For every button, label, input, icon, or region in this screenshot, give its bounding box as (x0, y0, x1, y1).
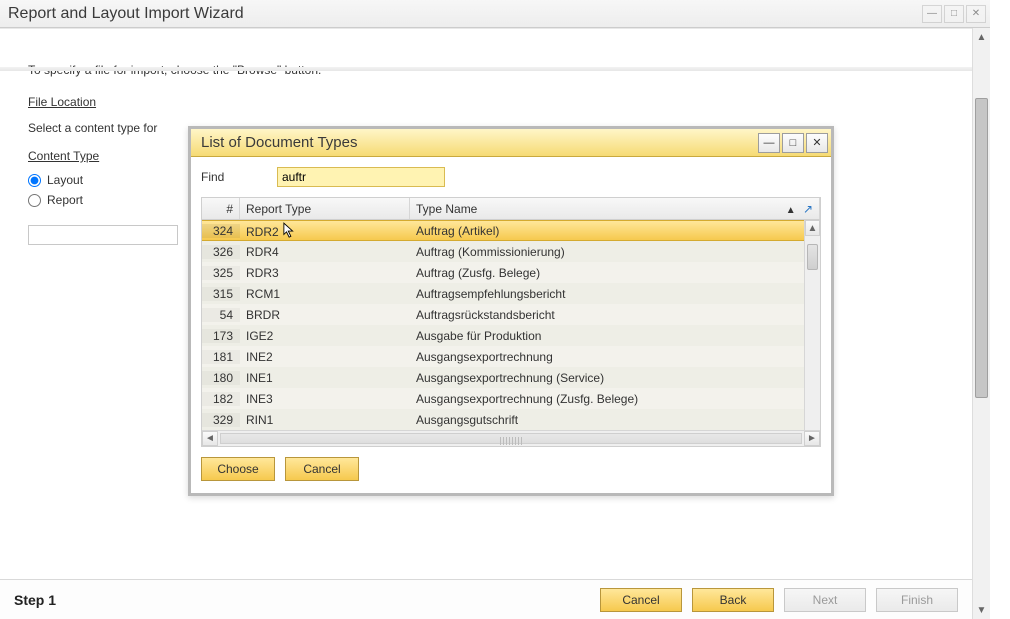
select-content-label: Select a content type for (28, 121, 198, 135)
back-button[interactable]: Back (692, 588, 774, 612)
table-row[interactable]: 325RDR3Auftrag (Zusfg. Belege) (202, 262, 820, 283)
dialog-titlebar: List of Document Types — □ ✕ (191, 129, 831, 157)
open-external-icon[interactable]: ↗ (803, 202, 813, 216)
radio-layout-input[interactable] (28, 174, 41, 187)
file-location-row: File Location (28, 95, 970, 109)
table-row[interactable]: 315RCM1Auftragsempfehlungsbericht (202, 283, 820, 304)
cell-type-name: Auftrag (Zusfg. Belege) (410, 266, 820, 280)
choose-button[interactable]: Choose (201, 457, 275, 481)
col-type-name[interactable]: Type Name ▲ ↗ (410, 198, 820, 219)
cell-number: 54 (202, 308, 240, 322)
file-location-label: File Location (28, 95, 198, 109)
cell-type-name: Auftrag (Artikel) (410, 224, 820, 238)
dialog-title: List of Document Types (201, 134, 756, 151)
minimize-button[interactable]: — (922, 5, 942, 23)
table-body: 324RDR2Auftrag (Artikel)326RDR4Auftrag (… (202, 220, 820, 430)
close-button[interactable]: ✕ (966, 5, 986, 23)
cell-type-name: Ausgabe für Produktion (410, 329, 820, 343)
next-button[interactable]: Next (784, 588, 866, 612)
dialog-close-button[interactable]: ✕ (806, 133, 828, 153)
cell-number: 181 (202, 350, 240, 364)
table-row[interactable]: 324RDR2Auftrag (Artikel) (202, 220, 820, 241)
scroll-thumb[interactable] (975, 98, 988, 398)
radio-report-label: Report (47, 193, 83, 207)
cell-number: 315 (202, 287, 240, 301)
table-hscroll-track[interactable] (220, 433, 802, 444)
cell-number: 326 (202, 245, 240, 259)
cell-report-type: RCM1 (240, 287, 410, 301)
grip-icon (500, 437, 522, 445)
cancel-button[interactable]: Cancel (600, 588, 682, 612)
dialog-maximize-button[interactable]: □ (782, 133, 804, 153)
table-horizontal-scrollbar[interactable]: ◄ ► (202, 430, 820, 446)
cell-number: 324 (202, 224, 240, 238)
radio-report-input[interactable] (28, 194, 41, 207)
cell-type-name: Ausgangsexportrechnung (410, 350, 820, 364)
col-number[interactable]: # (202, 198, 240, 219)
wizard-footer: Step 1 Cancel Back Next Finish (0, 579, 972, 619)
cell-report-type: INE3 (240, 392, 410, 406)
table-scroll-right-icon[interactable]: ► (804, 431, 820, 446)
dialog-actions: Choose Cancel (201, 457, 821, 481)
cell-report-type: INE1 (240, 371, 410, 385)
dialog-cancel-button[interactable]: Cancel (285, 457, 359, 481)
finish-button[interactable]: Finish (876, 588, 958, 612)
cell-type-name: Ausgangsgutschrift (410, 413, 820, 427)
find-input[interactable] (277, 167, 445, 187)
scroll-down-icon[interactable]: ▼ (973, 601, 990, 619)
cell-number: 329 (202, 413, 240, 427)
dialog-body: Find # Report Type Type Name ▲ ↗ 324RDR2… (191, 157, 831, 493)
table-row[interactable]: 329RIN1Ausgangsgutschrift (202, 409, 820, 430)
cell-number: 180 (202, 371, 240, 385)
document-types-table: # Report Type Type Name ▲ ↗ 324RDR2Auftr… (201, 197, 821, 447)
truncated-input-strip (28, 225, 178, 245)
cell-report-type: RDR4 (240, 245, 410, 259)
wizard-scrollbar[interactable]: ▲ ▼ (972, 28, 990, 619)
find-label: Find (201, 170, 277, 184)
sort-asc-icon: ▲ (786, 205, 796, 216)
table-row[interactable]: 180INE1Ausgangsexportrechnung (Service) (202, 367, 820, 388)
dialog-minimize-button[interactable]: — (758, 133, 780, 153)
table-row[interactable]: 173IGE2Ausgabe für Produktion (202, 325, 820, 346)
cell-report-type: IGE2 (240, 329, 410, 343)
radio-layout-label: Layout (47, 173, 83, 187)
table-row[interactable]: 326RDR4Auftrag (Kommissionierung) (202, 241, 820, 262)
cell-type-name: Auftragsempfehlungsbericht (410, 287, 820, 301)
cell-type-name: Auftrag (Kommissionierung) (410, 245, 820, 259)
col-type-name-label: Type Name (416, 202, 477, 216)
wizard-titlebar: Report and Layout Import Wizard — □ ✕ (0, 0, 990, 28)
find-row: Find (201, 167, 821, 187)
cell-report-type: RDR2 (240, 222, 410, 240)
table-header: # Report Type Type Name ▲ ↗ (202, 198, 820, 220)
cell-number: 182 (202, 392, 240, 406)
cell-type-name: Ausgangsexportrechnung (Service) (410, 371, 820, 385)
table-vertical-scrollbar[interactable]: ▲ ▼ (804, 220, 820, 446)
cell-report-type: INE2 (240, 350, 410, 364)
cell-report-type: RIN1 (240, 413, 410, 427)
scroll-up-icon[interactable]: ▲ (973, 28, 990, 46)
maximize-button[interactable]: □ (944, 5, 964, 23)
cell-type-name: Ausgangsexportrechnung (Zusfg. Belege) (410, 392, 820, 406)
step-label: Step 1 (14, 592, 56, 608)
table-row[interactable]: 182INE3Ausgangsexportrechnung (Zusfg. Be… (202, 388, 820, 409)
table-scroll-up-icon[interactable]: ▲ (805, 220, 820, 236)
cell-number: 173 (202, 329, 240, 343)
document-types-dialog: List of Document Types — □ ✕ Find # Repo… (188, 126, 834, 496)
table-scroll-left-icon[interactable]: ◄ (202, 431, 218, 446)
cell-report-type: BRDR (240, 308, 410, 322)
table-row[interactable]: 181INE2Ausgangsexportrechnung (202, 346, 820, 367)
cell-report-type: RDR3 (240, 266, 410, 280)
col-report-type[interactable]: Report Type (240, 198, 410, 219)
cell-number: 325 (202, 266, 240, 280)
table-row[interactable]: 54BRDRAuftragsrückstandsbericht (202, 304, 820, 325)
cell-type-name: Auftragsrückstandsbericht (410, 308, 820, 322)
instruction-text: To specify a file for import, choose the… (28, 63, 970, 77)
table-scroll-thumb[interactable] (807, 244, 818, 270)
wizard-title: Report and Layout Import Wizard (8, 5, 920, 23)
